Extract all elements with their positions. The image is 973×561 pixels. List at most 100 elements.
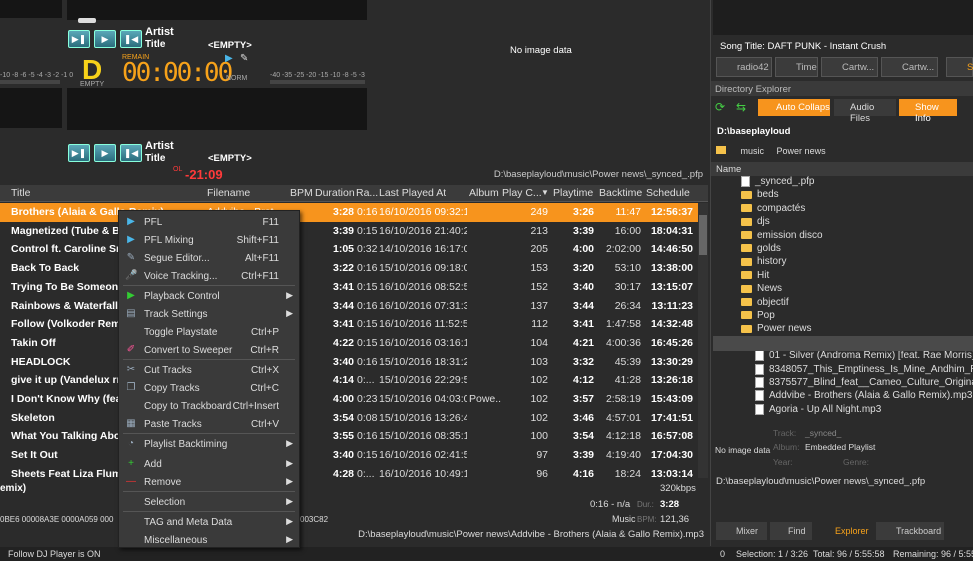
refresh-icon[interactable]: ⟳ (715, 100, 725, 114)
row-cell: 4:57:01 (605, 411, 641, 424)
tab-explorer[interactable]: Explorer (815, 522, 872, 540)
row-cell: 3:41 (333, 318, 355, 331)
tab-radio42[interactable]: radio42 (716, 57, 772, 77)
menu-item-playlist-backtiming[interactable]: ◔ Playlist Backtiming ▶ (119, 436, 299, 454)
menu-shortcut: Ctrl+Insert (232, 401, 279, 412)
name-header[interactable]: Name (711, 162, 973, 176)
col-bpm[interactable]: BPM (290, 187, 313, 199)
menu-item-paste-tracks[interactable]: ▦ Paste Tracks Ctrl+V (119, 416, 299, 434)
menu-item-selection[interactable]: Selection ▶ (119, 494, 299, 512)
col-playcount[interactable]: Play C... (502, 187, 542, 199)
row-cell: 4:00 (333, 393, 355, 405)
col-filename[interactable]: Filename (207, 187, 250, 199)
vu-bar-left (0, 80, 60, 84)
table-row[interactable]: I Don't Know Why (feat 4:00 0:23 15/10/2016… (0, 390, 708, 409)
sync-icon[interactable]: ⇆ (736, 100, 746, 114)
audio-files-button[interactable]: Audio Files (834, 99, 896, 124)
menu-item-segue-editor[interactable]: ✎ Segue Editor... Alt+F11 (119, 250, 299, 268)
tab-trackboard[interactable]: Trackboard (876, 522, 944, 540)
tab-mixer[interactable]: Mixer (716, 522, 767, 540)
table-row[interactable]: Set It Out 3:40 0:15 16/10/2016 02:41:59 97 3… (0, 446, 708, 465)
table-row[interactable]: Skeleton 3:54 0:08 15/10/2016 13:26:45 102 3:… (0, 409, 708, 428)
tree-item-label: djs (757, 216, 770, 228)
table-row[interactable]: HEADLOCK 3:40 0:16 15/10/2016 18:31:28 103 3:… (0, 353, 708, 372)
menu-item-add[interactable]: + Add ▶ (119, 456, 299, 474)
table-row[interactable]: give it up (Vandelux rm 4:14 0:... 15/10/20… (0, 371, 708, 390)
menu-item-toggle-playstate[interactable]: Toggle Playstate Ctrl+P (119, 324, 299, 342)
waveform-scroll-handle[interactable] (78, 18, 96, 23)
menu-item-playback-control[interactable]: ▶ Playback Control ▶ (119, 288, 299, 306)
tab-cartwall-2[interactable]: Cartw... (881, 57, 938, 77)
edit-icon[interactable]: ✎ (240, 53, 248, 64)
menu-item-pfl[interactable]: ▶ PFL F11 (119, 214, 299, 232)
tab-find[interactable]: Find (770, 522, 812, 540)
tree-item[interactable]: Agoria - Up All Night.mp3 (755, 403, 881, 420)
row-cell: 15:43:09 (650, 393, 693, 405)
menu-item-copy-tracks[interactable]: ❐ Copy Tracks Ctrl+C (119, 380, 299, 398)
menu-item-remove[interactable]: — Remove ▶ (119, 474, 299, 492)
table-row[interactable]: Back To Back 3:22 0:16 15/10/2016 09:18:05 1… (0, 259, 708, 278)
tab-st[interactable]: St (946, 57, 973, 77)
menu-item-tag-and-meta-data[interactable]: TAG and Meta Data ▶ (119, 514, 299, 532)
track-info-bar: emix) 320kbps 0:16 - n/a Dur.: 3:28 0BE6… (0, 478, 708, 542)
table-row[interactable]: Rainbows & Waterfalls 3:44 0:16 16/10/2016 … (0, 297, 708, 316)
menu-item-pfl-mixing[interactable]: ▶ PFL Mixing Shift+F11 (119, 232, 299, 250)
show-info-button[interactable]: Show Info (899, 99, 957, 124)
dur-value: 3:28 (660, 499, 680, 510)
auto-collapse-button[interactable]: Auto Collaps (758, 99, 830, 116)
cue-button-2[interactable]: ▶ (94, 144, 116, 162)
menu-item-track-settings[interactable]: ▤ Track Settings ▶ (119, 306, 299, 324)
playlist-scrollbar[interactable] (698, 203, 708, 478)
col-backtime[interactable]: Backtime (599, 187, 642, 199)
back-button-2[interactable]: ❚◀ (120, 144, 142, 162)
col-title[interactable]: Title (11, 187, 30, 199)
tab-time[interactable]: Time (775, 57, 818, 77)
play-button[interactable]: ▶❚ (68, 30, 90, 48)
breadcrumb-music[interactable]: music (741, 146, 765, 156)
breadcrumb-power-news[interactable]: Power news (777, 146, 826, 156)
copy-icon: ❐ (126, 382, 136, 393)
col-ra[interactable]: Ra... (356, 187, 378, 199)
submenu-arrow-icon: ▶ (286, 476, 293, 486)
table-row[interactable]: Brothers (Alaia & Gallo Remix)Addvibe - … (0, 203, 708, 222)
play-state-icon: ▶ (225, 53, 233, 64)
col-last-played[interactable]: Last Played At (379, 187, 446, 199)
table-row[interactable]: Trying To Be Someone 3:41 0:15 16/10/2016 0… (0, 278, 708, 297)
folder-icon (741, 284, 752, 293)
cue-button[interactable]: ▶ (94, 30, 116, 48)
selection-status: Selection: 1 / 3:26 (736, 549, 809, 559)
album-label: Album: (773, 442, 800, 452)
menu-separator (123, 359, 295, 360)
menu-item-cut-tracks[interactable]: ✂ Cut Tracks Ctrl+X (119, 362, 299, 380)
col-playtime[interactable]: Playtime (553, 187, 593, 199)
remove-icon: — (126, 476, 136, 487)
col-album[interactable]: Album (469, 187, 499, 199)
dir-explorer-title: Directory Explorer (711, 81, 973, 96)
back-button[interactable]: ❚◀ (120, 30, 142, 48)
menu-item-copy-to-trackboard[interactable]: Copy to Trackboard Ctrl+Insert (119, 398, 299, 416)
menu-item-miscellaneous[interactable]: Miscellaneous ▶ (119, 532, 299, 550)
table-row[interactable]: Takin Off 4:22 0:15 16/10/2016 03:16:19 104 4… (0, 334, 708, 353)
play-button-2[interactable]: ▶❚ (68, 144, 90, 162)
table-row[interactable]: Magnetized (Tube & Be 3:39 0:15 16/10/2016 … (0, 222, 708, 241)
col-duration[interactable]: Duration (315, 187, 355, 199)
deck2-empty-label: <EMPTY> (208, 153, 252, 164)
table-row[interactable]: What You Talking Abou 3:55 0:16 15/10/2016 … (0, 427, 708, 446)
row-cell: 16/10/2016 07:31:34 (379, 299, 467, 312)
col-schedule[interactable]: Schedule (646, 187, 690, 199)
tree-item-label: Power news (757, 323, 812, 335)
row-cell: 13:11:23 (651, 299, 693, 312)
menu-item-label: Cut Tracks (144, 365, 192, 376)
menu-separator (123, 511, 295, 512)
row-cell: 100 (530, 430, 548, 443)
row-cell: 3:40 (572, 280, 594, 293)
tab-cartwall-1[interactable]: Cartw... (821, 57, 878, 77)
menu-item-label: Copy Tracks (144, 383, 200, 394)
info-panel: No image data Track: _synced_ Album: Emb… (711, 420, 973, 470)
menu-item-voice-tracking[interactable]: 🎤 Voice Tracking... Ctrl+F11 (119, 268, 299, 286)
row-cell: 102 (530, 393, 548, 405)
table-row[interactable]: Follow (Volkoder Remix 3:41 0:15 16/10/2016… (0, 315, 708, 334)
menu-item-convert-to-sweeper[interactable]: ✐ Convert to Sweeper Ctrl+R (119, 342, 299, 360)
table-row[interactable]: Control ft. Caroline Sm 1:05 0:32 14/10/201… (0, 240, 708, 259)
play-icon: ▶ (127, 290, 135, 301)
